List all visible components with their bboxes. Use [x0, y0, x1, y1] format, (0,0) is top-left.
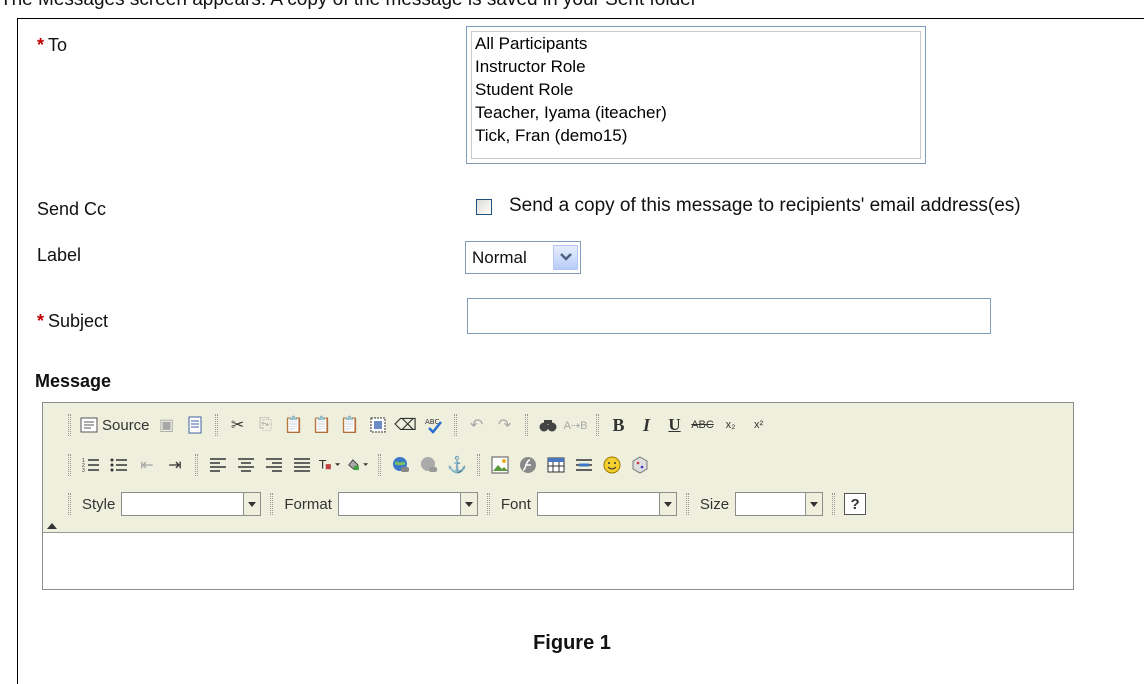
find-icon[interactable]: [537, 414, 559, 436]
required-marker: *: [37, 35, 45, 55]
recipient-option[interactable]: All Participants: [475, 32, 917, 55]
recipients-listbox[interactable]: All Participants Instructor Role Student…: [466, 26, 926, 164]
svg-text:3: 3: [82, 468, 85, 474]
message-label: Message: [35, 371, 112, 391]
background-color-icon[interactable]: [347, 454, 369, 476]
label-select[interactable]: Normal: [465, 241, 581, 274]
align-justify-icon[interactable]: [291, 454, 313, 476]
outdent-icon[interactable]: ⇤: [136, 454, 158, 476]
style-label: Style: [82, 495, 116, 513]
required-marker: *: [37, 311, 45, 331]
size-dropdown[interactable]: [735, 492, 824, 516]
smiley-icon[interactable]: [601, 454, 623, 476]
replace-icon[interactable]: A⇢B: [564, 414, 588, 436]
toolbar-row-3: Style Format Font Size ?: [65, 489, 867, 519]
special-character-icon[interactable]: [629, 454, 651, 476]
numbered-list-icon[interactable]: 123: [80, 454, 102, 476]
subscript-icon[interactable]: x₂: [720, 414, 742, 436]
align-center-icon[interactable]: [235, 454, 257, 476]
dropdown-arrow-icon[interactable]: [658, 493, 676, 515]
image-icon[interactable]: [489, 454, 511, 476]
strikethrough-icon[interactable]: ABC: [691, 414, 714, 436]
editor-toolbar: Source ▣ ✂ ⎘ 📋 📋 📋 ⌫ ABC ↶ ↷ A⇢B B I U A…: [43, 403, 1073, 533]
format-label: Format: [284, 495, 332, 513]
link-icon[interactable]: [390, 454, 412, 476]
source-button[interactable]: Source: [80, 417, 150, 434]
style-dropdown[interactable]: [121, 492, 262, 516]
toolbar-row-1: Source ▣ ✂ ⎘ 📋 📋 📋 ⌫ ABC ↶ ↷ A⇢B B I U A…: [65, 410, 770, 440]
send-cc-checkbox[interactable]: [476, 199, 492, 215]
recipient-option[interactable]: Instructor Role: [475, 55, 917, 78]
italic-icon[interactable]: I: [636, 414, 658, 436]
align-left-icon[interactable]: [207, 454, 229, 476]
collapse-toolbar-icon[interactable]: [47, 523, 57, 529]
rich-text-editor: Source ▣ ✂ ⎘ 📋 📋 📋 ⌫ ABC ↶ ↷ A⇢B B I U A…: [42, 402, 1074, 590]
paste-icon[interactable]: 📋: [283, 414, 305, 436]
message-body-area[interactable]: [43, 533, 1073, 589]
subject-input[interactable]: [467, 298, 991, 334]
superscript-icon[interactable]: x²: [748, 414, 770, 436]
align-right-icon[interactable]: [263, 454, 285, 476]
format-dropdown[interactable]: [337, 492, 478, 516]
preview-icon[interactable]: [184, 414, 206, 436]
anchor-icon[interactable]: ⚓: [446, 454, 468, 476]
cut-icon[interactable]: ✂: [227, 414, 249, 436]
text-color-icon[interactable]: T: [319, 454, 341, 476]
subject-label: * Subject: [37, 311, 109, 331]
send-cc-checkbox-text[interactable]: Send a copy of this message to recipient…: [509, 195, 1021, 217]
paste-word-icon[interactable]: 📋: [339, 414, 361, 436]
font-label: Font: [500, 495, 531, 513]
dropdown-arrow-icon[interactable]: [243, 493, 261, 515]
recipient-option[interactable]: Tick, Fran (demo15): [475, 124, 917, 147]
recipient-option[interactable]: Teacher, Iyama (iteacher): [475, 101, 917, 124]
to-label: * To: [37, 35, 68, 55]
table-icon[interactable]: [545, 454, 567, 476]
save-icon[interactable]: ▣: [156, 414, 178, 436]
select-all-icon[interactable]: [367, 414, 389, 436]
bold-icon[interactable]: B: [608, 414, 630, 436]
font-dropdown[interactable]: [536, 492, 677, 516]
toolbar-row-2: 123 ⇤ ⇥ T ⚓: [65, 450, 651, 480]
send-cc-label: Send Cc: [37, 199, 107, 219]
copy-icon[interactable]: ⎘: [255, 414, 277, 436]
help-icon[interactable]: ?: [844, 493, 867, 515]
label-label: Label: [37, 245, 82, 265]
indent-icon[interactable]: ⇥: [164, 454, 186, 476]
document-text-line: The Messages screen appears. A copy of t…: [0, 0, 1144, 13]
label-select-value: Normal: [472, 248, 527, 267]
bulleted-list-icon[interactable]: [108, 454, 130, 476]
chevron-down-icon[interactable]: [553, 245, 578, 270]
undo-icon[interactable]: ↶: [466, 414, 488, 436]
figure-caption: Figure 1: [533, 632, 611, 654]
dropdown-arrow-icon[interactable]: [805, 493, 823, 515]
spellcheck-icon[interactable]: ABC: [423, 414, 445, 436]
size-label: Size: [699, 495, 730, 513]
unlink-icon[interactable]: [418, 454, 440, 476]
recipient-option[interactable]: Student Role: [475, 78, 917, 101]
eraser-icon[interactable]: ⌫: [394, 414, 417, 436]
paste-text-icon[interactable]: 📋: [311, 414, 333, 436]
flash-icon[interactable]: [517, 454, 539, 476]
source-icon: [80, 417, 98, 433]
horizontal-rule-icon[interactable]: [573, 454, 595, 476]
redo-icon[interactable]: ↷: [494, 414, 516, 436]
underline-icon[interactable]: U: [664, 414, 686, 436]
dropdown-arrow-icon[interactable]: [459, 493, 477, 515]
